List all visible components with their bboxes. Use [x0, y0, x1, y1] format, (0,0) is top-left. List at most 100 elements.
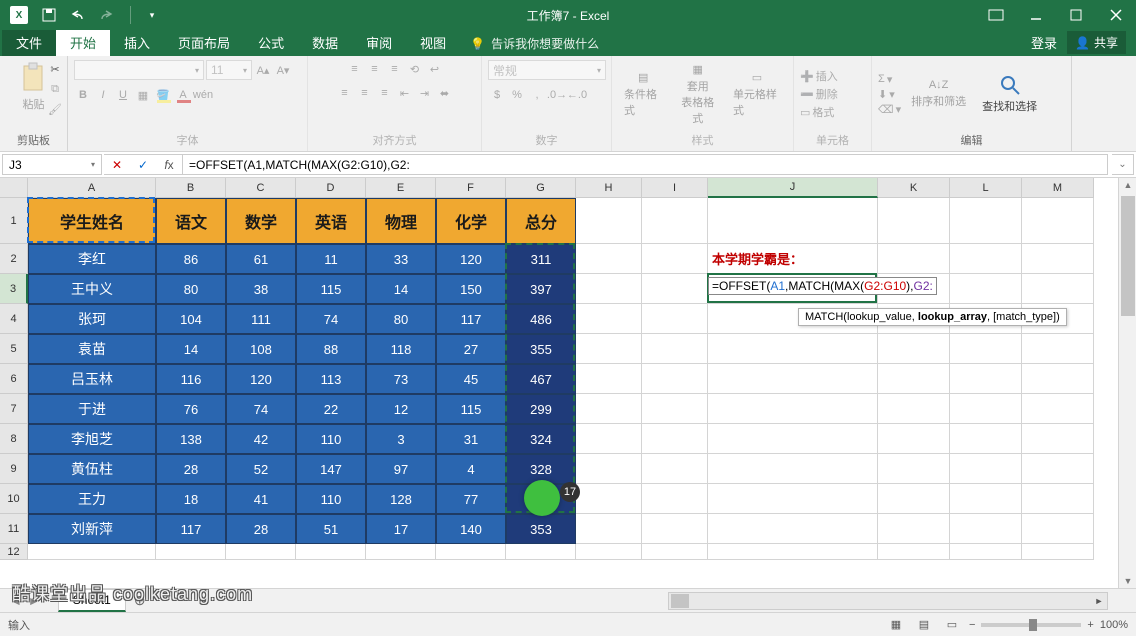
- cell-K9[interactable]: [878, 454, 950, 484]
- format-painter-icon[interactable]: 🖌: [46, 100, 64, 118]
- cell-L8[interactable]: [950, 424, 1022, 454]
- cell-C11[interactable]: 28: [226, 514, 296, 544]
- cell-B7[interactable]: 76: [156, 394, 226, 424]
- cell-G6[interactable]: 467: [506, 364, 576, 394]
- qat-save-icon[interactable]: [36, 2, 62, 28]
- cell-D11[interactable]: 51: [296, 514, 366, 544]
- tab-file[interactable]: 文件: [2, 29, 56, 56]
- cells-delete-button[interactable]: ➖删除: [800, 86, 838, 102]
- cell-B3[interactable]: 80: [156, 274, 226, 304]
- cell-F2[interactable]: 120: [436, 244, 506, 274]
- vertical-scrollbar[interactable]: ▲ ▼: [1118, 178, 1136, 588]
- cell-J1[interactable]: [708, 198, 878, 244]
- cell-H11[interactable]: [576, 514, 642, 544]
- cell-I3[interactable]: [642, 274, 708, 304]
- cell-I6[interactable]: [642, 364, 708, 394]
- shrink-font-icon[interactable]: A▾: [274, 61, 292, 79]
- cell-E5[interactable]: 118: [366, 334, 436, 364]
- cell-L12[interactable]: [950, 544, 1022, 560]
- col-header-M[interactable]: M: [1022, 178, 1094, 198]
- tell-me-search[interactable]: 💡 告诉我你想要做什么: [460, 31, 609, 56]
- row-header-1[interactable]: 1: [0, 198, 28, 244]
- cell-F7[interactable]: 115: [436, 394, 506, 424]
- cell-K10[interactable]: [878, 484, 950, 514]
- dec-decimal-icon[interactable]: ←.0: [568, 86, 586, 104]
- cell-I1[interactable]: [642, 198, 708, 244]
- fill-button[interactable]: ⬇▾: [878, 88, 901, 101]
- clear-button[interactable]: ⌫▾: [878, 103, 901, 116]
- col-header-A[interactable]: A: [28, 178, 156, 198]
- cell-A4[interactable]: 张珂: [28, 304, 156, 334]
- font-name-combo[interactable]: ▾: [74, 60, 204, 80]
- cell-G3[interactable]: 397: [506, 274, 576, 304]
- expand-formula-icon[interactable]: ⌄: [1112, 154, 1134, 175]
- cell-F4[interactable]: 117: [436, 304, 506, 334]
- merge-icon[interactable]: ⬌: [436, 84, 454, 102]
- name-box[interactable]: J3▾: [2, 154, 102, 175]
- cell-G1[interactable]: 总分: [506, 198, 576, 244]
- cell-A5[interactable]: 袁苗: [28, 334, 156, 364]
- cell-A7[interactable]: 于进: [28, 394, 156, 424]
- cell-J10[interactable]: [708, 484, 878, 514]
- cell-E11[interactable]: 17: [366, 514, 436, 544]
- cell-M7[interactable]: [1022, 394, 1094, 424]
- row-header-5[interactable]: 5: [0, 334, 28, 364]
- cell-L9[interactable]: [950, 454, 1022, 484]
- cell-B1[interactable]: 语文: [156, 198, 226, 244]
- cell-B5[interactable]: 14: [156, 334, 226, 364]
- comma-icon[interactable]: ,: [528, 86, 546, 104]
- cell-I11[interactable]: [642, 514, 708, 544]
- fill-color-icon[interactable]: 🪣: [154, 86, 172, 104]
- view-pagebreak-icon[interactable]: ▭: [941, 616, 963, 634]
- autosum-button[interactable]: Σ▾: [878, 73, 901, 86]
- cell-D12[interactable]: [296, 544, 366, 560]
- minimize-icon[interactable]: [1016, 0, 1056, 30]
- cell-B11[interactable]: 117: [156, 514, 226, 544]
- col-header-H[interactable]: H: [576, 178, 642, 198]
- cell-J11[interactable]: [708, 514, 878, 544]
- cell-A12[interactable]: [28, 544, 156, 560]
- cell-K6[interactable]: [878, 364, 950, 394]
- wrap-text-icon[interactable]: ↩: [426, 60, 444, 78]
- copy-icon[interactable]: ⧉: [46, 80, 64, 98]
- zoom-value[interactable]: 100%: [1100, 619, 1128, 631]
- cell-style-button[interactable]: ▭单元格样式: [727, 69, 787, 120]
- percent-icon[interactable]: %: [508, 86, 526, 104]
- fx-icon[interactable]: fx: [156, 158, 182, 172]
- tab-insert[interactable]: 插入: [110, 29, 164, 56]
- cell-M10[interactable]: [1022, 484, 1094, 514]
- cell-L11[interactable]: [950, 514, 1022, 544]
- cell-G2[interactable]: 311: [506, 244, 576, 274]
- table-format-button[interactable]: ▦套用 表格格式: [672, 61, 722, 128]
- cell-F11[interactable]: 140: [436, 514, 506, 544]
- cell-F3[interactable]: 150: [436, 274, 506, 304]
- indent-dec-icon[interactable]: ⇤: [396, 84, 414, 102]
- cell-D8[interactable]: 110: [296, 424, 366, 454]
- conditional-format-button[interactable]: ▤条件格式: [618, 69, 668, 120]
- row-header-9[interactable]: 9: [0, 454, 28, 484]
- cell-J5[interactable]: [708, 334, 878, 364]
- formula-input[interactable]: =OFFSET(A1,MATCH(MAX(G2:G10),G2:: [183, 154, 1108, 175]
- cell-B10[interactable]: 18: [156, 484, 226, 514]
- view-layout-icon[interactable]: ▤: [913, 616, 935, 634]
- cell-F5[interactable]: 27: [436, 334, 506, 364]
- align-top-icon[interactable]: ≡: [346, 60, 364, 78]
- cell-M11[interactable]: [1022, 514, 1094, 544]
- row-header-3[interactable]: 3: [0, 274, 28, 304]
- cell-I8[interactable]: [642, 424, 708, 454]
- cell-H8[interactable]: [576, 424, 642, 454]
- cell-D10[interactable]: 110: [296, 484, 366, 514]
- cell-I5[interactable]: [642, 334, 708, 364]
- cell-E2[interactable]: 33: [366, 244, 436, 274]
- orientation-icon[interactable]: ⟲: [406, 60, 424, 78]
- cell-L6[interactable]: [950, 364, 1022, 394]
- cell-A8[interactable]: 李旭芝: [28, 424, 156, 454]
- cell-E12[interactable]: [366, 544, 436, 560]
- bold-icon[interactable]: B: [74, 86, 92, 104]
- view-normal-icon[interactable]: ▦: [885, 616, 907, 634]
- cell-J8[interactable]: [708, 424, 878, 454]
- cell-L3[interactable]: [950, 274, 1022, 304]
- cell-I4[interactable]: [642, 304, 708, 334]
- cell-M6[interactable]: [1022, 364, 1094, 394]
- cell-C4[interactable]: 111: [226, 304, 296, 334]
